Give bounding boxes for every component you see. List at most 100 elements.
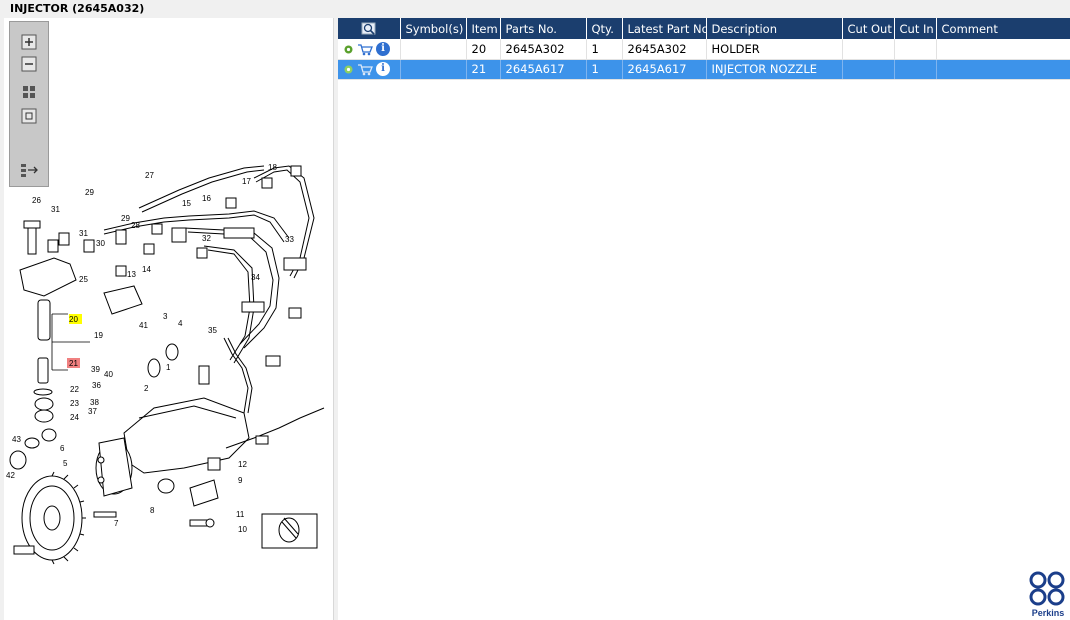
zoom-out-icon [21,56,37,72]
callout-label-42[interactable]: 42 [6,471,15,480]
cell-parts-no: 2645A302 [500,39,587,60]
callout-label-41[interactable]: 41 [139,321,148,330]
callout-label-29[interactable]: 29 [121,214,130,223]
callout-label-34[interactable]: 34 [251,273,260,282]
callout-label-21[interactable]: 21 [69,359,78,368]
callout-label-40[interactable]: 40 [104,370,113,379]
callout-label-11[interactable]: 11 [236,510,245,519]
cell-comment [936,59,1070,80]
cell-cut-in [894,39,937,60]
callout-label-15[interactable]: 15 [182,199,191,208]
cell-comment [936,39,1070,60]
export-button[interactable] [18,160,40,180]
callout-label-39[interactable]: 39 [91,365,100,374]
cell-item: 20 [466,39,501,60]
export-icon [21,164,38,177]
cell-symbols [400,39,467,60]
info-icon[interactable]: i [376,62,390,77]
callout-label-25[interactable]: 25 [79,275,88,284]
zoom-out-button[interactable] [18,54,40,74]
cell-description: INJECTOR NOZZLE [706,59,843,80]
perkins-logo-icon [1029,571,1065,606]
info-icon[interactable]: i [376,42,390,56]
search-table-icon [361,22,376,35]
callout-label-27[interactable]: 27 [145,171,154,180]
cart-icon[interactable] [357,43,373,56]
cell-cut-in [894,59,937,80]
title-bar: INJECTOR (2645A032) [0,0,1070,18]
callout-label-31[interactable]: 31 [79,229,88,238]
callout-label-6[interactable]: 6 [60,444,65,453]
callout-label-22[interactable]: 22 [70,385,79,394]
gear-icon[interactable] [343,44,354,55]
callout-label-36[interactable]: 36 [92,381,101,390]
column-header-qty[interactable]: Qty. [586,18,623,39]
callout-label-1[interactable]: 1 [166,363,171,372]
cell-symbols [400,59,467,80]
cell-description: HOLDER [706,39,843,60]
exploded-diagram[interactable]: 2631292718171615292831303214133325 342019… [4,18,334,620]
row-actions: i [338,39,401,60]
column-header-comment[interactable]: Comment [936,18,1070,39]
callout-label-24[interactable]: 24 [70,413,79,422]
callout-label-10[interactable]: 10 [238,525,247,534]
callout-label-23[interactable]: 23 [70,399,79,408]
zoom-toolbar [9,21,49,187]
cell-qty: 1 [586,59,623,80]
callout-label-14[interactable]: 14 [142,265,151,274]
table-header-row: Symbol(s) Item Parts No. Qty. Latest Par… [338,18,1070,39]
callout-label-3[interactable]: 3 [163,312,168,321]
cell-cut-out [842,59,895,80]
callout-label-26[interactable]: 26 [32,196,41,205]
callout-label-20[interactable]: 20 [69,315,78,324]
callout-label-28[interactable]: 28 [131,221,140,230]
callout-label-32[interactable]: 32 [202,234,211,243]
cell-latest-part-no: 2645A617 [622,59,707,80]
fit-page-icon [23,86,35,98]
callout-label-5[interactable]: 5 [63,459,68,468]
column-header-symbols[interactable]: Symbol(s) [400,18,467,39]
column-header-latest-part-no[interactable]: Latest Part No. [622,18,707,39]
callout-label-31[interactable]: 31 [51,205,60,214]
parts-list-pane: Symbol(s) Item Parts No. Qty. Latest Par… [338,18,1070,620]
column-header-cut-out[interactable]: Cut Out [842,18,895,39]
gear-icon[interactable] [343,64,354,75]
callout-label-33[interactable]: 33 [285,235,294,244]
callout-label-30[interactable]: 30 [96,239,105,248]
callout-label-2[interactable]: 2 [144,384,149,393]
table-row-selected[interactable]: i 21 2645A617 1 2645A617 INJECTOR NOZZLE [338,59,1070,80]
callout-label-16[interactable]: 16 [202,194,211,203]
cell-qty: 1 [586,39,623,60]
callout-label-38[interactable]: 38 [90,398,99,407]
callout-label-17[interactable]: 17 [242,177,251,186]
zoom-in-button[interactable] [18,32,40,52]
fit-page-button[interactable] [18,82,40,102]
parts-diagram-pane[interactable]: 26 31 29 27 18 17 16 15 29 28 31 30 32 14 13 33 25 34 20 19… [4,18,334,620]
actual-size-icon [21,108,37,124]
callout-label-29[interactable]: 29 [85,188,94,197]
cell-latest-part-no: 2645A302 [622,39,707,60]
callout-label-19[interactable]: 19 [94,331,103,340]
column-header-actions[interactable] [338,18,401,39]
callout-label-12[interactable]: 12 [238,460,247,469]
callout-label-37[interactable]: 37 [88,407,97,416]
column-header-description[interactable]: Description [706,18,843,39]
callout-label-18[interactable]: 18 [268,163,277,172]
callout-label-8[interactable]: 8 [150,506,155,515]
cell-cut-out [842,39,895,60]
callout-label-7[interactable]: 7 [114,519,119,528]
cart-icon[interactable] [357,63,373,76]
table-row[interactable]: i 20 2645A302 1 2645A302 HOLDER [338,39,1070,60]
perkins-logo: Perkins [1026,570,1070,620]
callout-label-4[interactable]: 4 [178,319,183,328]
column-header-item[interactable]: Item [466,18,501,39]
actual-size-button[interactable] [18,106,40,126]
window-title: INJECTOR (2645A032) [10,2,145,15]
column-header-parts-no[interactable]: Parts No. [500,18,587,39]
callout-label-9[interactable]: 9 [238,476,243,485]
callout-label-35[interactable]: 35 [208,326,217,335]
callout-label-13[interactable]: 13 [127,270,136,279]
callout-label-43[interactable]: 43 [12,435,21,444]
cell-parts-no: 2645A617 [500,59,587,80]
column-header-cut-in[interactable]: Cut In [894,18,937,39]
